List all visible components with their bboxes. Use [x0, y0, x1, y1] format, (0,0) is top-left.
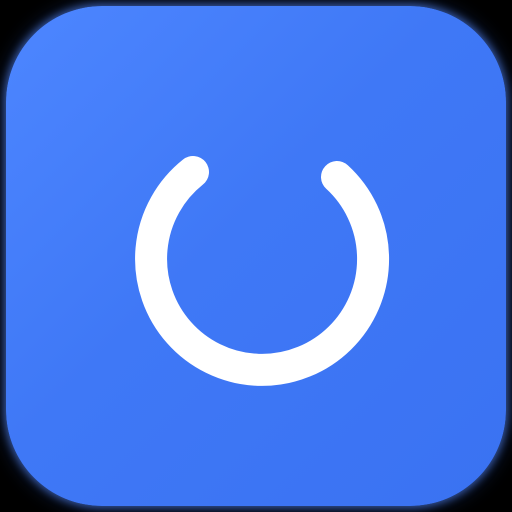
- app-icon-tile[interactable]: [6, 6, 506, 506]
- canvas: [0, 0, 512, 512]
- ring-arc: [135, 156, 390, 386]
- power-ring-icon: [135, 156, 390, 386]
